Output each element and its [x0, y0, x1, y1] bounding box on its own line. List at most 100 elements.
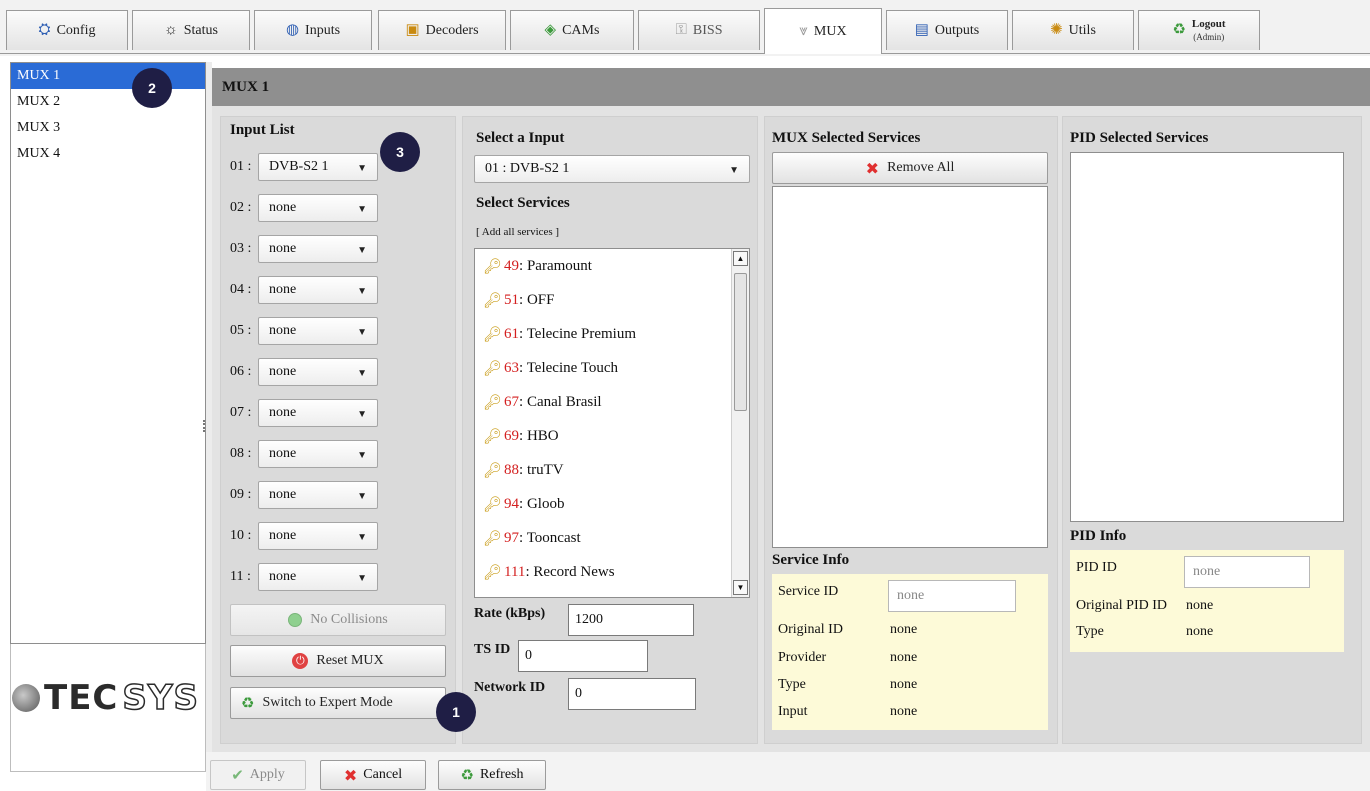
key-icon: 🔑︎	[483, 326, 503, 343]
chevron-down-icon: ▼	[357, 327, 367, 338]
network-id-label: Network ID	[474, 680, 546, 695]
mux-list-item-2[interactable]: MUX 2	[11, 89, 205, 115]
service-item[interactable]: 🔑︎ 63 : Telecine Touch	[475, 351, 749, 385]
service-item[interactable]: 🔑︎ 94 : Gloob	[475, 487, 749, 521]
service-item[interactable]: 🔑︎ 69 : HBO	[475, 419, 749, 453]
tab-config-label: Config	[56, 22, 96, 38]
mux-list-item-1[interactable]: MUX 1	[11, 63, 205, 89]
scroll-down-icon[interactable]: ▼	[733, 580, 748, 595]
input-select-10[interactable]: none ▼	[258, 522, 378, 550]
mux-selected-services-list[interactable]	[772, 186, 1048, 548]
key-icon: 🔑︎	[483, 428, 503, 445]
service-name: : OFF	[519, 291, 555, 308]
service-item[interactable]: 🔑︎ 49 : Paramount	[475, 249, 749, 283]
service-item[interactable]: 🔑︎ 97 : Tooncast	[475, 521, 749, 555]
logo-text-b: SYS	[122, 677, 199, 719]
service-id: 61	[504, 325, 520, 342]
config-icon: ⛭	[38, 22, 51, 38]
tab-decoders[interactable]: ▣ Decoders	[378, 10, 506, 50]
chevron-down-icon: ▼	[729, 165, 739, 176]
provider-label: Provider	[778, 650, 827, 665]
input-row-number: 06 :	[230, 364, 252, 379]
logout-user: (Admin)	[1193, 31, 1225, 42]
cancel-button[interactable]: ✖ Cancel	[320, 760, 426, 790]
splitter-grip[interactable]	[203, 420, 205, 432]
input-select-value: none	[269, 241, 297, 256]
tab-logout[interactable]: ♻ Logout (Admin)	[1138, 10, 1260, 50]
service-id: 51	[504, 291, 520, 308]
service-item[interactable]: 🔑︎ 51 : OFF	[475, 283, 749, 317]
network-id-input[interactable]: 0	[568, 678, 696, 710]
input-select-value: none	[269, 446, 297, 461]
input-select-07[interactable]: none ▼	[258, 399, 378, 427]
services-list[interactable]: 🔑︎ 49 : Paramount 🔑︎ 51 : OFF 🔑︎ 61 : Telec…	[474, 248, 750, 598]
service-info-box: Service ID none Original ID none Provide…	[772, 574, 1048, 730]
pid-id-field[interactable]: none	[1184, 556, 1310, 588]
input-row-10: 10 : none ▼	[230, 521, 378, 551]
scroll-up-icon[interactable]: ▲	[733, 251, 748, 266]
chevron-down-icon: ▼	[357, 286, 367, 297]
input-row-number: 07 :	[230, 405, 252, 420]
no-collisions-button[interactable]: No Collisions	[230, 604, 446, 636]
pid-selected-services-list[interactable]	[1070, 152, 1344, 522]
logout-icon: ♻	[1172, 22, 1186, 38]
tab-outputs-label: Outputs	[934, 22, 980, 38]
mux-list-item-4[interactable]: MUX 4	[11, 141, 205, 167]
select-input-dropdown[interactable]: 01 : DVB-S2 1 ▼	[474, 155, 750, 183]
chevron-down-icon: ▼	[357, 245, 367, 256]
input-row-number: 05 :	[230, 323, 252, 338]
tab-outputs[interactable]: ▤ Outputs	[886, 10, 1008, 50]
input-select-09[interactable]: none ▼	[258, 481, 378, 509]
service-item[interactable]: 🔑︎ 88 : truTV	[475, 453, 749, 487]
key-icon: 🔑︎	[483, 462, 503, 479]
apply-button[interactable]: ✔ Apply	[210, 760, 306, 790]
tab-cams[interactable]: ◈ CAMs	[510, 10, 634, 50]
outputs-icon: ▤	[914, 22, 929, 38]
input-row-04: 04 : none ▼	[230, 275, 378, 305]
services-scrollbar[interactable]: ▲ ▼	[731, 249, 749, 597]
tab-config[interactable]: ⛭ Config	[6, 10, 128, 50]
input-select-04[interactable]: none ▼	[258, 276, 378, 304]
input-select-01[interactable]: DVB-S2 1 ▼	[258, 153, 378, 181]
service-id: 69	[504, 427, 520, 444]
input-select-05[interactable]: none ▼	[258, 317, 378, 345]
chevron-down-icon: ▼	[357, 204, 367, 215]
input-row-01: 01 : DVB-S2 1 ▼	[230, 152, 378, 182]
tab-mux[interactable]: ⩔ MUX	[764, 8, 882, 54]
input-select-11[interactable]: none ▼	[258, 563, 378, 591]
tab-biss[interactable]: ⚿ BISS	[638, 10, 760, 50]
pid-type-value: none	[1186, 624, 1214, 639]
refresh-button[interactable]: ♻ Refresh	[438, 760, 546, 790]
callout-marker-3: 3	[380, 132, 420, 172]
service-item[interactable]: 🔑︎ 111 : Record News	[475, 555, 749, 589]
type-label: Type	[778, 677, 806, 692]
rate-input[interactable]: 1200	[568, 604, 694, 636]
service-item[interactable]: 🔑︎ 67 : Canal Brasil	[475, 385, 749, 419]
tab-inputs[interactable]: ◍ Inputs	[254, 10, 372, 50]
pid-type-label: Type	[1076, 624, 1104, 639]
panel-title: MUX 1	[212, 68, 1370, 106]
input-select-06[interactable]: none ▼	[258, 358, 378, 386]
service-item[interactable]: 🔑︎ 61 : Telecine Premium	[475, 317, 749, 351]
reset-mux-button[interactable]: ⏻ Reset MUX	[230, 645, 446, 677]
check-icon: ✔	[231, 766, 244, 784]
service-id-field[interactable]: none	[888, 580, 1016, 612]
add-all-services-link[interactable]: [ Add all services ]	[476, 226, 559, 238]
logout-label: Logout	[1191, 17, 1226, 30]
scroll-thumb[interactable]	[734, 273, 747, 411]
mux-list-item-3[interactable]: MUX 3	[11, 115, 205, 141]
status-dot-icon	[288, 613, 303, 627]
remove-all-button[interactable]: ✖ Remove All	[772, 152, 1048, 184]
input-row-number: 02 :	[230, 200, 252, 215]
tab-status[interactable]: ☼ Status	[132, 10, 250, 50]
input-row-number: 03 :	[230, 241, 252, 256]
input-select-02[interactable]: none ▼	[258, 194, 378, 222]
input-select-08[interactable]: none ▼	[258, 440, 378, 468]
pid-id-label: PID ID	[1076, 560, 1117, 575]
refresh-icon: ♻	[460, 767, 474, 784]
tsid-input[interactable]: 0	[518, 640, 648, 672]
tab-utils[interactable]: ✺ Utils	[1012, 10, 1134, 50]
service-id: 97	[504, 529, 520, 546]
input-select-03[interactable]: none ▼	[258, 235, 378, 263]
switch-expert-mode-button[interactable]: ♻ Switch to Expert Mode	[230, 687, 446, 719]
